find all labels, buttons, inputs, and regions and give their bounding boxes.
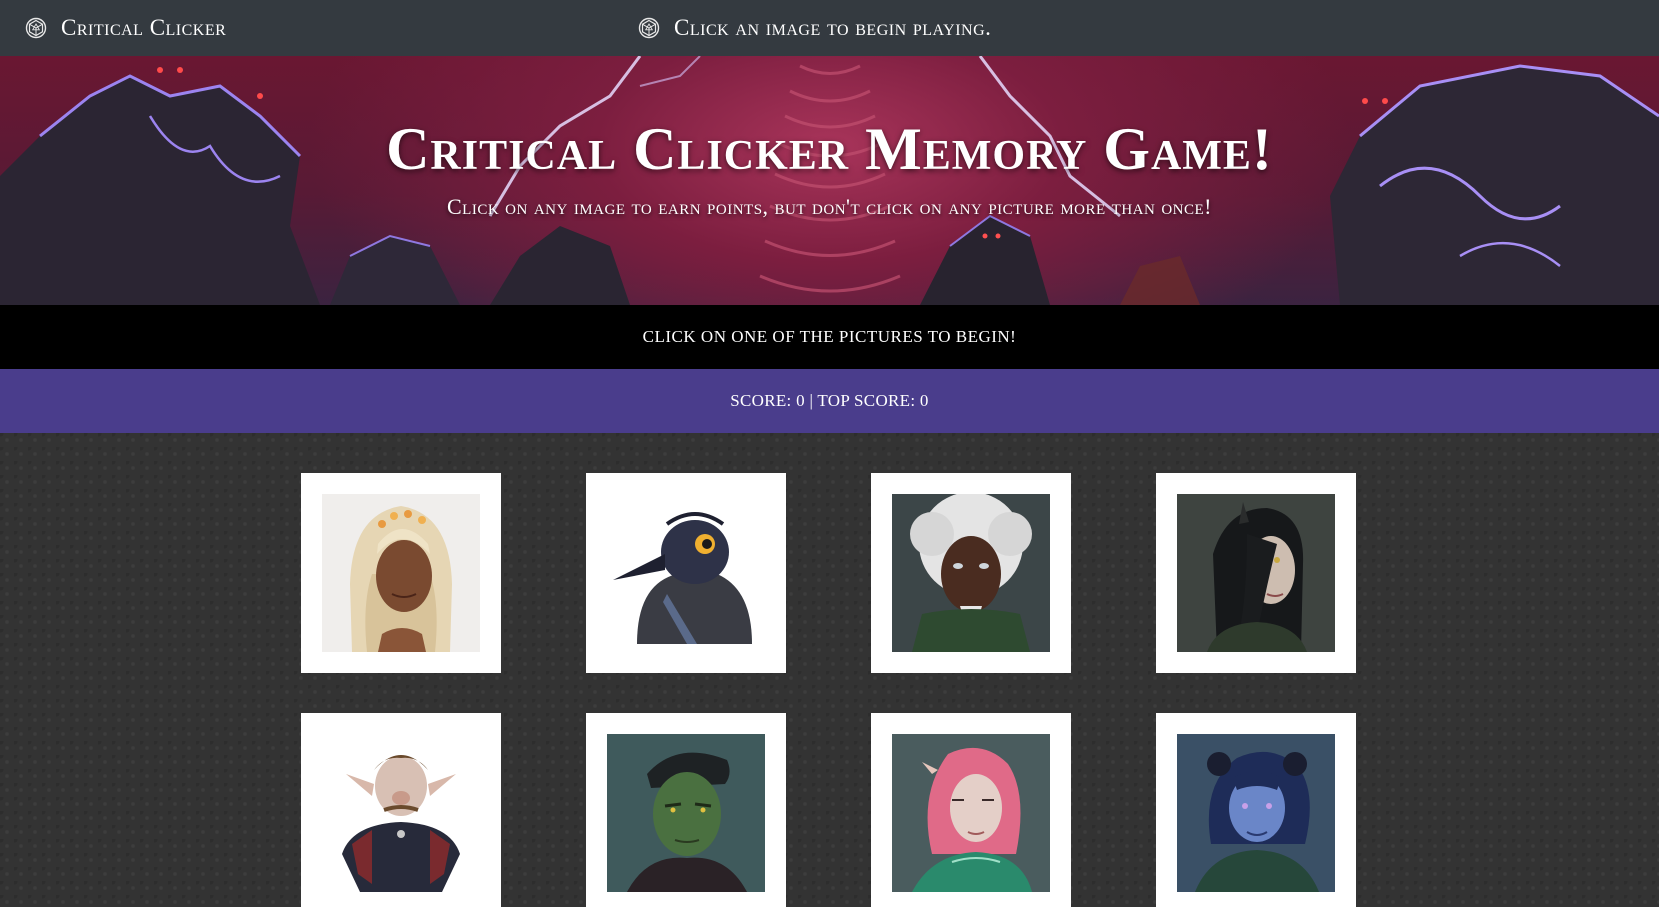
gnome-noble-portrait: [322, 734, 480, 892]
score-text: SCORE: 0 | TOP SCORE: 0: [730, 391, 929, 410]
blue-tiefling-portrait: [1177, 734, 1335, 892]
top-navbar: Critical Clicker Click an image to begin…: [0, 0, 1659, 56]
game-board: [0, 433, 1659, 907]
card-portrait-5[interactable]: [301, 713, 501, 907]
score-bar: SCORE: 0 | TOP SCORE: 0: [0, 369, 1659, 433]
blonde-elf-woman-portrait: [322, 494, 480, 652]
critical-role-logo-icon: [638, 17, 660, 39]
card-portrait-1[interactable]: [301, 473, 501, 673]
game-status-text: Click an image to begin playing.: [674, 15, 992, 40]
brand-label: Critical Clicker: [61, 15, 227, 40]
nav-status: Click an image to begin playing.: [638, 0, 991, 56]
instruction-message: CLICK ON ONE OF THE PICTURES TO BEGIN!: [642, 327, 1017, 346]
card-portrait-3[interactable]: [871, 473, 1071, 673]
white-haired-elder-portrait: [892, 494, 1050, 652]
hero-subtitle: Click on any image to earn points, but d…: [446, 194, 1212, 219]
brand-link[interactable]: Critical Clicker: [25, 0, 226, 56]
card-portrait-8[interactable]: [1156, 713, 1356, 907]
dark-haired-horned-woman-portrait: [1177, 494, 1335, 652]
card-portrait-4[interactable]: [1156, 473, 1356, 673]
hero-title: Critical Clicker Memory Game!: [386, 116, 1273, 182]
message-bar: CLICK ON ONE OF THE PICTURES TO BEGIN!: [0, 305, 1659, 369]
card-portrait-2[interactable]: [586, 473, 786, 673]
pink-haired-woman-portrait: [892, 734, 1050, 892]
card-portrait-6[interactable]: [586, 713, 786, 907]
green-half-orc-portrait: [607, 734, 765, 892]
critical-role-logo-icon: [25, 17, 47, 39]
hooded-crow-portrait: [607, 494, 765, 652]
card-portrait-7[interactable]: [871, 713, 1071, 907]
hero-banner: Critical Clicker Memory Game! Click on a…: [0, 56, 1659, 305]
hero-text: Critical Clicker Memory Game! Click on a…: [0, 56, 1659, 305]
